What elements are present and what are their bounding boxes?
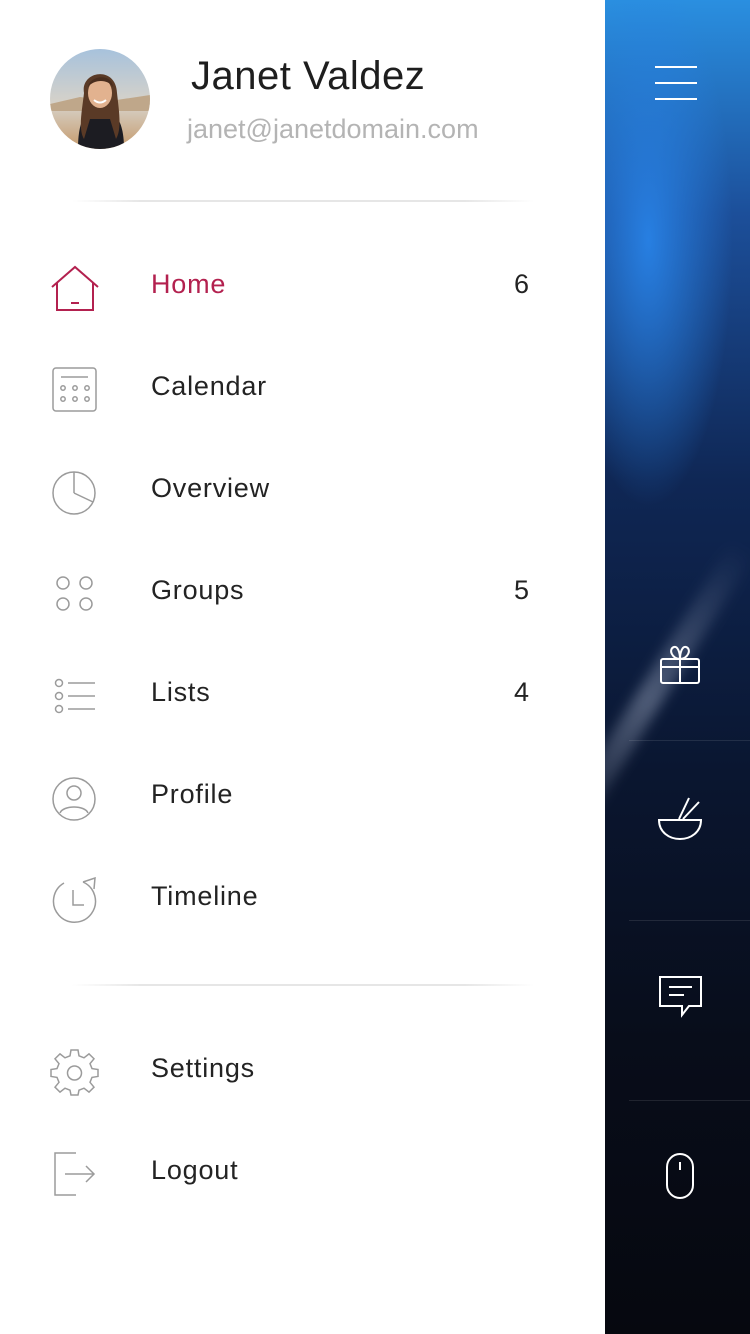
menu-icon	[655, 66, 697, 68]
menu-item-label: Calendar	[151, 371, 267, 401]
avatar[interactable]	[50, 49, 150, 149]
footer-divider	[72, 984, 534, 986]
menu-item-settings[interactable]: Settings	[0, 1031, 605, 1111]
menu-item-logout[interactable]: Logout	[0, 1133, 605, 1213]
calendar-icon	[50, 367, 100, 415]
gear-icon	[50, 1049, 100, 1097]
menu-item-count: 5	[513, 575, 529, 605]
home-icon	[50, 265, 100, 313]
menu-item-label: Overview	[151, 473, 270, 503]
mouse-icon[interactable]	[655, 1152, 705, 1202]
header-divider	[72, 200, 534, 202]
menu-icon-bar	[655, 82, 697, 84]
menu-item-label: Settings	[151, 1053, 255, 1083]
menu-item-groups[interactable]: Groups 5	[0, 553, 605, 633]
pie-chart-icon	[50, 469, 100, 517]
side-divider	[629, 740, 750, 741]
chat-icon[interactable]	[655, 972, 705, 1022]
side-divider	[629, 920, 750, 921]
menu-item-label: Timeline	[151, 881, 259, 911]
menu-item-label: Profile	[151, 779, 234, 809]
gift-icon[interactable]	[655, 640, 705, 690]
menu-item-count: 4	[513, 677, 529, 707]
groups-icon	[50, 571, 100, 619]
menu-item-home[interactable]: Home 6	[0, 247, 605, 327]
menu-item-profile[interactable]: Profile	[0, 757, 605, 837]
logout-icon	[50, 1151, 100, 1199]
menu-item-label: Home	[151, 269, 227, 299]
bowl-icon[interactable]	[655, 792, 705, 842]
list-icon	[50, 673, 100, 721]
menu-item-overview[interactable]: Overview	[0, 451, 605, 531]
user-icon	[50, 775, 100, 823]
menu-item-label: Groups	[151, 575, 245, 605]
menu-toggle-button[interactable]	[655, 62, 697, 102]
side-divider	[629, 1100, 750, 1101]
menu-item-calendar[interactable]: Calendar	[0, 349, 605, 429]
menu-icon-bar	[655, 98, 697, 100]
menu-item-lists[interactable]: Lists 4	[0, 655, 605, 735]
background-panel	[605, 0, 750, 1334]
user-name: Janet Valdez	[191, 54, 426, 98]
menu-item-label: Logout	[151, 1155, 239, 1185]
timeline-icon	[50, 877, 100, 925]
navigation-drawer: Janet Valdez janet@janetdomain.com Home …	[0, 0, 605, 1334]
menu-item-timeline[interactable]: Timeline	[0, 859, 605, 939]
menu-item-label: Lists	[151, 677, 211, 707]
user-email: janet@janetdomain.com	[187, 114, 479, 144]
menu-item-count: 6	[513, 269, 529, 299]
